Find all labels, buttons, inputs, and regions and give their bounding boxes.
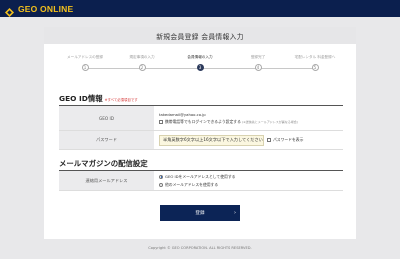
step-label: 宅配レンタル 料金登録へ — [294, 55, 336, 59]
mobile-login-label[interactable]: 携帯電話等でもログインできるよう設定する — [165, 119, 241, 124]
chevron-right-icon: › — [234, 210, 236, 216]
use-geo-id-label[interactable]: GEO IDをメールアドレスとして使用する — [165, 174, 235, 179]
magazine-section-title: メールマガジンの配信設定 — [59, 159, 148, 168]
show-password-checkbox[interactable] — [267, 138, 271, 142]
contact-email-label: 連絡用メールアドレス — [59, 171, 154, 190]
brand-name[interactable]: GEO ONLINE — [18, 4, 73, 14]
step-label: 会員情報の入力 — [187, 55, 213, 59]
geo-logo-icon[interactable] — [4, 3, 15, 17]
geo-id-row: GEO ID takedamail@yahoo.co.jp 携帯電話等でもログイ… — [59, 106, 343, 131]
mobile-login-checkbox[interactable] — [159, 119, 163, 124]
register-button[interactable]: 登録 › — [160, 205, 240, 221]
step-number: 4 — [254, 64, 262, 71]
registration-card: 新規会員登録 会員情報入力 メールアドレスの登録 1 規定事項の入力 2 会員情… — [44, 27, 356, 239]
step-number: 2 — [138, 64, 146, 71]
progress-steps: メールアドレスの登録 1 規定事項の入力 2 会員情報の入力 3 登録完了 4 … — [44, 54, 356, 76]
step-number: 3 — [196, 64, 204, 71]
geo-id-heading: GEO ID情報 — [59, 94, 103, 103]
step-5: 宅配レンタル 料金登録へ 5 — [285, 54, 345, 71]
other-email-label[interactable]: 他のメールアドレスを使用する — [165, 182, 218, 187]
step-1: メールアドレスの登録 1 — [55, 54, 115, 71]
step-label: 登録完了 — [250, 55, 266, 59]
register-button-label: 登録 — [195, 211, 205, 216]
step-number: 1 — [81, 64, 89, 71]
show-password-option[interactable]: パスワードを表示 — [267, 137, 303, 143]
step-number: 5 — [311, 64, 319, 71]
step-4: 登録完了 4 — [228, 54, 288, 71]
card-header: 新規会員登録 会員情報入力 — [44, 27, 356, 44]
password-input[interactable]: 半角英数字6文字以上16文字以下で入力してください — [159, 134, 264, 146]
step-3: 会員情報の入力 3 — [170, 54, 230, 71]
step-label: 規定事項の入力 — [129, 55, 155, 59]
password-label: パスワード — [59, 131, 154, 149]
password-row: パスワード 半角英数字6文字以上16文字以下で入力してください パスワードを表示 — [59, 131, 343, 150]
step-label: メールアドレスの登録 — [67, 55, 103, 59]
use-geo-id-option[interactable]: GEO IDをメールアドレスとして使用する — [159, 174, 338, 180]
other-email-radio[interactable] — [159, 182, 163, 187]
step-2: 規定事項の入力 2 — [112, 54, 172, 71]
mobile-login-option[interactable]: 携帯電話等でもログインできるよう設定する (※送信先とメールアドレスが異なる場合… — [159, 119, 338, 125]
use-geo-id-radio[interactable] — [159, 174, 163, 179]
copyright: Copyright © GEO CORPORATION. ALL RIGHTS … — [148, 246, 252, 250]
mobile-login-note: (※送信先とメールアドレスが異なる場合) — [242, 119, 298, 124]
geo-id-section-title: GEO ID情報 ※すべて必須項目です — [59, 93, 138, 104]
show-password-label[interactable]: パスワードを表示 — [273, 137, 303, 142]
top-bar: GEO ONLINE — [0, 0, 400, 17]
required-note: ※すべて必須項目です — [104, 97, 138, 102]
page-title: 新規会員登録 会員情報入力 — [156, 32, 244, 41]
other-email-option[interactable]: 他のメールアドレスを使用する — [159, 182, 338, 188]
geo-id-value: takedamail@yahoo.co.jp — [159, 111, 206, 117]
magazine-row: 連絡用メールアドレス GEO IDをメールアドレスとして使用する 他のメールアド… — [59, 171, 343, 191]
geo-id-label: GEO ID — [59, 106, 154, 130]
